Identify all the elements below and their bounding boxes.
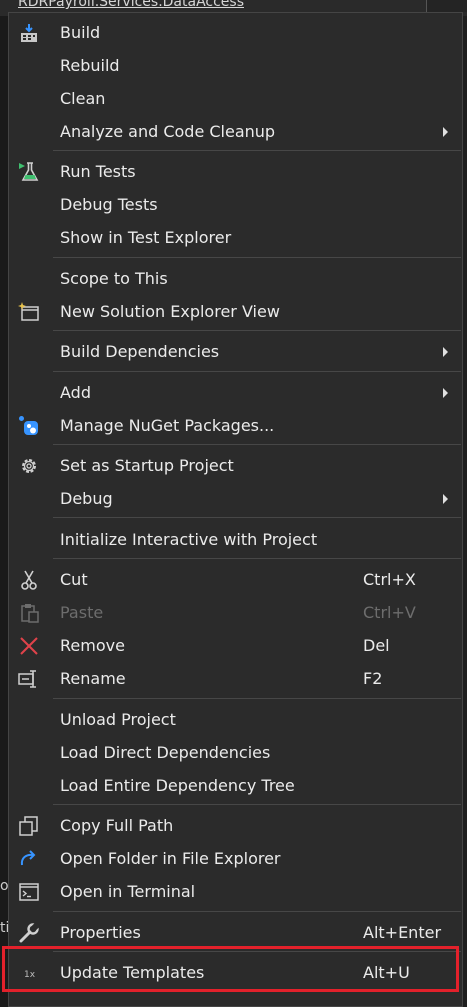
- menu-item-set-startup-project[interactable]: Set as Startup Project: [9, 449, 462, 482]
- build-icon: [18, 22, 40, 44]
- submenu-arrow-icon: [443, 347, 448, 357]
- menu-item-properties[interactable]: Properties Alt+Enter: [9, 916, 462, 949]
- context-menu: Build Rebuild Clean Analyze and Code Cle…: [8, 12, 463, 1007]
- menu-item-label: Open in Terminal: [60, 882, 196, 901]
- menu-separator: [53, 371, 461, 372]
- menu-item-label: Run Tests: [60, 162, 136, 181]
- menu-item-paste: Paste Ctrl+V: [9, 596, 462, 629]
- menu-item-remove[interactable]: Remove Del: [9, 629, 462, 662]
- new-window-icon: [18, 301, 40, 323]
- flask-icon: [18, 161, 40, 183]
- submenu-arrow-icon: [443, 388, 448, 398]
- menu-item-scope-to-this[interactable]: Scope to This: [9, 262, 462, 295]
- menu-item-manage-nuget[interactable]: Manage NuGet Packages...: [9, 409, 462, 442]
- template-icon: 1x: [18, 962, 40, 984]
- menu-separator: [53, 558, 461, 559]
- menu-item-shortcut: F2: [363, 669, 383, 688]
- menu-item-open-in-terminal[interactable]: Open in Terminal: [9, 875, 462, 908]
- menu-item-label: Build Dependencies: [60, 342, 220, 361]
- menu-item-label: Properties: [60, 923, 141, 942]
- menu-item-run-tests[interactable]: Run Tests: [9, 155, 462, 188]
- menu-item-copy-full-path[interactable]: Copy Full Path: [9, 809, 462, 842]
- menu-item-shortcut: Alt+Enter: [363, 923, 442, 942]
- menu-item-label: Manage NuGet Packages...: [60, 416, 275, 435]
- menu-separator: [53, 804, 461, 805]
- menu-item-shortcut: Del: [363, 636, 390, 655]
- menu-item-label: Scope to This: [60, 269, 168, 288]
- menu-item-label: Show in Test Explorer: [60, 228, 232, 247]
- submenu-arrow-icon: [443, 127, 448, 137]
- menu-item-label: Set as Startup Project: [60, 456, 234, 475]
- menu-item-debug[interactable]: Debug: [9, 482, 462, 515]
- close-icon: [18, 635, 40, 657]
- menu-item-label: Remove: [60, 636, 125, 655]
- menu-item-label: Debug Tests: [60, 195, 158, 214]
- menu-item-rebuild[interactable]: Rebuild: [9, 49, 462, 82]
- menu-item-shortcut: Ctrl+V: [363, 603, 416, 622]
- menu-item-label: Unload Project: [60, 710, 176, 729]
- svg-text:1x: 1x: [24, 970, 36, 980]
- menu-item-add[interactable]: Add: [9, 376, 462, 409]
- menu-item-label: Load Entire Dependency Tree: [60, 776, 295, 795]
- terminal-icon: [18, 881, 40, 903]
- background-tree-column: [0, 16, 8, 1007]
- menu-item-rename[interactable]: Rename F2: [9, 662, 462, 695]
- menu-item-label: Rename: [60, 669, 126, 688]
- menu-separator: [53, 911, 461, 912]
- submenu-arrow-icon: [443, 494, 448, 504]
- menu-item-label: Rebuild: [60, 56, 120, 75]
- menu-item-initialize-interactive[interactable]: Initialize Interactive with Project: [9, 523, 462, 556]
- menu-item-open-folder-in-explorer[interactable]: Open Folder in File Explorer: [9, 842, 462, 875]
- clipboard-icon: [18, 602, 40, 624]
- menu-separator: [53, 257, 461, 258]
- background-scrollbar: [426, 0, 467, 12]
- menu-item-label: Copy Full Path: [60, 816, 174, 835]
- menu-item-build[interactable]: Build: [9, 16, 462, 49]
- menu-item-clean[interactable]: Clean: [9, 82, 462, 115]
- menu-item-label: Clean: [60, 89, 106, 108]
- rename-icon: [18, 668, 40, 690]
- menu-item-load-entire-dependency-tree[interactable]: Load Entire Dependency Tree: [9, 769, 462, 802]
- menu-item-show-test-explorer[interactable]: Show in Test Explorer: [9, 221, 462, 254]
- menu-item-shortcut: Ctrl+X: [363, 570, 416, 589]
- menu-item-load-direct-dependencies[interactable]: Load Direct Dependencies: [9, 736, 462, 769]
- menu-separator: [53, 698, 461, 699]
- menu-item-label: Cut: [60, 570, 88, 589]
- menu-item-label: Update Templates: [60, 963, 205, 982]
- menu-item-label: Debug: [60, 489, 113, 508]
- menu-item-label: Initialize Interactive with Project: [60, 530, 318, 549]
- menu-separator: [53, 150, 461, 151]
- menu-item-label: Add: [60, 383, 91, 402]
- menu-item-build-dependencies[interactable]: Build Dependencies: [9, 335, 462, 368]
- menu-item-cut[interactable]: Cut Ctrl+X: [9, 563, 462, 596]
- menu-item-label: Paste: [60, 603, 104, 622]
- menu-item-label: Load Direct Dependencies: [60, 743, 271, 762]
- background-project-title: RDRPayroll.Services.DataAccess: [18, 0, 244, 10]
- nuget-icon: [18, 415, 40, 437]
- refresh-arrow-icon: [18, 848, 40, 870]
- menu-item-unload-project[interactable]: Unload Project: [9, 703, 462, 736]
- menu-separator: [53, 330, 461, 331]
- menu-item-label: Build: [60, 23, 101, 42]
- menu-item-label: New Solution Explorer View: [60, 302, 280, 321]
- wrench-icon: [18, 921, 41, 944]
- scissors-icon: [18, 569, 40, 591]
- menu-separator: [53, 444, 461, 445]
- menu-item-shortcut: Alt+U: [363, 963, 410, 982]
- menu-separator: [53, 517, 461, 518]
- menu-item-label: Analyze and Code Cleanup: [60, 122, 276, 141]
- menu-item-debug-tests[interactable]: Debug Tests: [9, 188, 462, 221]
- menu-item-update-templates[interactable]: 1x Update Templates Alt+U: [9, 956, 462, 989]
- copy-icon: [18, 815, 40, 837]
- menu-item-new-solution-explorer-view[interactable]: New Solution Explorer View: [9, 295, 462, 328]
- gear-icon: [18, 455, 40, 477]
- menu-item-label: Open Folder in File Explorer: [60, 849, 281, 868]
- menu-separator: [53, 951, 461, 952]
- menu-item-analyze-cleanup[interactable]: Analyze and Code Cleanup: [9, 115, 462, 148]
